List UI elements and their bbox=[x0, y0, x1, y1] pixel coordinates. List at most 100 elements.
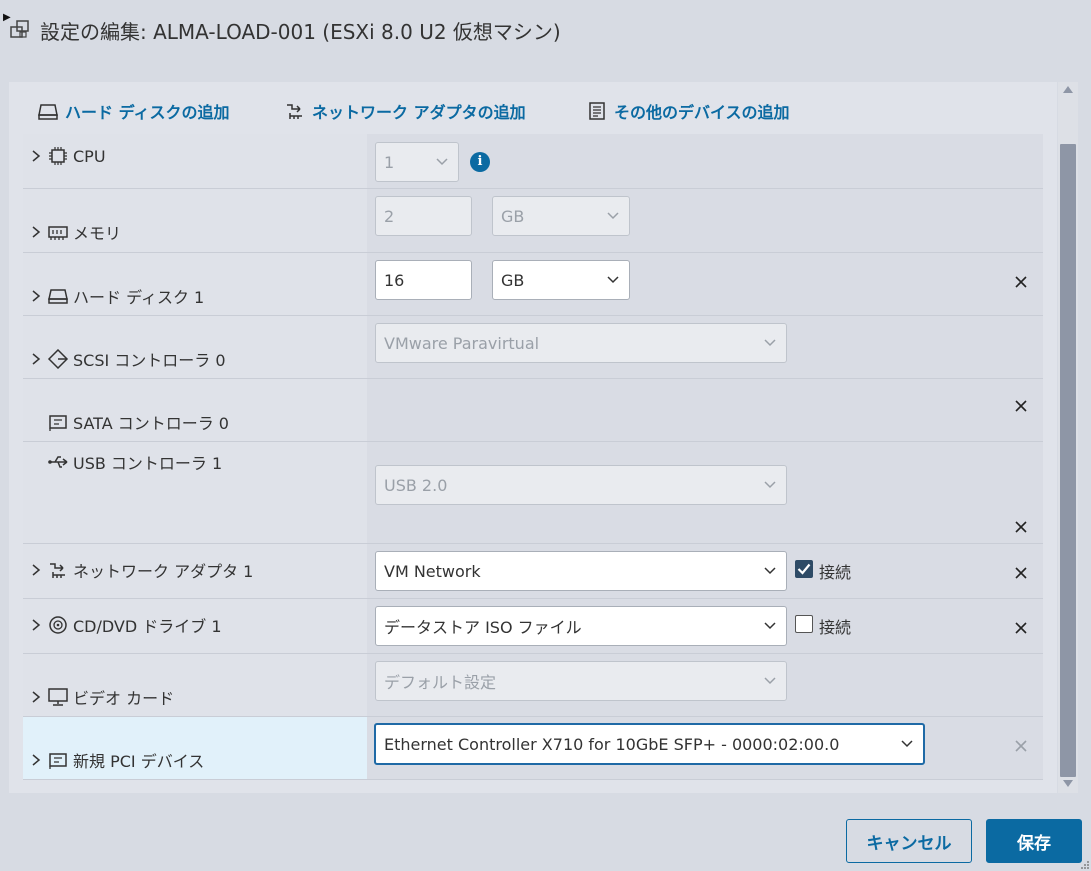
new-pci-label: 新規 PCI デバイス bbox=[73, 752, 205, 771]
vm-settings-icon bbox=[10, 20, 29, 38]
other-devices-icon bbox=[589, 102, 605, 120]
network-connect-label: 接続 bbox=[819, 563, 852, 582]
scsi-label: SCSI コントローラ 0 bbox=[73, 351, 226, 370]
chevron-right-icon[interactable] bbox=[29, 352, 43, 366]
chevron-right-icon[interactable] bbox=[29, 225, 43, 239]
chevron-down-icon bbox=[764, 622, 776, 630]
add-network-adapter-label: ネットワーク アダプタの追加 bbox=[312, 103, 526, 122]
chevron-right-icon[interactable] bbox=[29, 563, 43, 577]
chevron-down-icon bbox=[607, 212, 619, 220]
scsi-controller-icon bbox=[47, 349, 69, 369]
save-button[interactable]: 保存 bbox=[986, 819, 1082, 863]
chevron-down-icon bbox=[436, 158, 448, 166]
title-bar: ▶ 設定の編集: ALMA-LOAD-001 (ESXi 8.0 U2 仮想マシ… bbox=[0, 0, 1091, 60]
cd-dvd-row-label[interactable]: CD/DVD ドライブ 1 bbox=[29, 613, 222, 637]
chevron-down-icon bbox=[764, 481, 776, 489]
network-connect-checkbox[interactable] bbox=[795, 560, 813, 578]
chevron-right-icon[interactable] bbox=[29, 690, 43, 704]
chevron-right-icon[interactable] bbox=[29, 618, 43, 632]
cd-dvd-media-select[interactable]: データストア ISO ファイル bbox=[375, 606, 787, 646]
cd-dvd-connect-checkbox[interactable] bbox=[795, 615, 813, 633]
chevron-right-icon[interactable] bbox=[29, 753, 43, 767]
add-hard-disk-label: ハード ディスクの追加 bbox=[65, 103, 230, 122]
memory-unit-select[interactable]: GB bbox=[492, 196, 630, 236]
device-row-cd-dvd: CD/DVD ドライブ 1 データストア ISO ファイル 接続 bbox=[23, 599, 1043, 654]
cd-dvd-icon bbox=[49, 616, 67, 634]
remove-cd-dvd-icon[interactable] bbox=[1014, 621, 1028, 635]
monitor-icon bbox=[48, 688, 68, 706]
scsi-row-label[interactable]: SCSI コントローラ 0 bbox=[29, 347, 226, 371]
resize-grip-icon[interactable] bbox=[1078, 858, 1090, 870]
hard-disk-row-label[interactable]: ハード ディスク 1 bbox=[29, 284, 204, 308]
device-row-network-adapter: ネットワーク アダプタ 1 VM Network 接続 bbox=[23, 544, 1043, 599]
remove-hard-disk-icon[interactable] bbox=[1014, 275, 1028, 289]
new-pci-row-label[interactable]: 新規 PCI デバイス bbox=[29, 748, 204, 772]
cpu-label: CPU bbox=[73, 146, 106, 166]
device-row-scsi: SCSI コントローラ 0 VMware Paravirtual bbox=[23, 316, 1043, 379]
chevron-down-icon bbox=[764, 567, 776, 575]
scroll-thumb[interactable] bbox=[1060, 144, 1076, 777]
usb-icon bbox=[48, 456, 68, 468]
memory-size-input[interactable]: 2 bbox=[375, 196, 472, 236]
video-card-label: ビデオ カード bbox=[73, 689, 175, 708]
memory-row-label[interactable]: メモリ bbox=[29, 220, 121, 244]
remove-pci-device-icon[interactable] bbox=[1014, 739, 1028, 753]
network-select[interactable]: VM Network bbox=[375, 551, 787, 591]
usb-version-select[interactable]: USB 2.0 bbox=[375, 465, 787, 505]
usb-label: USB コントローラ 1 bbox=[73, 454, 223, 473]
chevron-right-icon[interactable] bbox=[29, 289, 43, 303]
device-row-cpu: CPU 1 i bbox=[23, 134, 1043, 189]
cpu-count-select[interactable]: 1 bbox=[375, 142, 459, 182]
scroll-down-arrow-icon[interactable] bbox=[1063, 780, 1073, 787]
usb-row-label: USB コントローラ 1 bbox=[29, 450, 222, 474]
cancel-button[interactable]: キャンセル bbox=[846, 819, 972, 863]
add-device-toolbar: ハード ディスクの追加 ネットワーク アダプタの追加 その他のデバイスの追加 bbox=[9, 82, 1057, 134]
memory-icon bbox=[48, 226, 68, 240]
chevron-down-icon bbox=[607, 276, 619, 284]
sata-label: SATA コントローラ 0 bbox=[73, 414, 229, 433]
chevron-down-icon bbox=[901, 740, 913, 748]
pci-device-icon bbox=[49, 753, 67, 769]
device-row-usb: USB コントローラ 1 USB 2.0 bbox=[23, 442, 1043, 544]
add-network-adapter-button[interactable]: ネットワーク アダプタの追加 bbox=[284, 99, 526, 123]
cpu-row-label[interactable]: CPU bbox=[29, 146, 106, 166]
hard-disk-label: ハード ディスク 1 bbox=[73, 288, 205, 307]
pci-device-select[interactable]: Ethernet Controller X710 for 10GbE SFP+ … bbox=[374, 723, 925, 765]
hard-disk-unit-select[interactable]: GB bbox=[492, 260, 630, 300]
hard-disk-icon bbox=[38, 104, 58, 120]
device-row-memory: メモリ 2 GB bbox=[23, 189, 1043, 253]
device-row-hard-disk: ハード ディスク 1 16 GB bbox=[23, 253, 1043, 316]
network-adapter-label: ネットワーク アダプタ 1 bbox=[73, 562, 254, 581]
add-other-device-label: その他のデバイスの追加 bbox=[614, 103, 790, 122]
video-card-row-label[interactable]: ビデオ カード bbox=[29, 685, 174, 709]
remove-sata-controller-icon[interactable] bbox=[1014, 399, 1028, 413]
hard-disk-size-input[interactable]: 16 bbox=[375, 260, 472, 300]
cd-dvd-label: CD/DVD ドライブ 1 bbox=[73, 617, 222, 636]
remove-network-adapter-icon[interactable] bbox=[1014, 566, 1028, 580]
info-icon[interactable]: i bbox=[470, 152, 490, 172]
chevron-down-icon bbox=[764, 677, 776, 685]
sata-row-label: SATA コントローラ 0 bbox=[29, 410, 229, 434]
settings-panel: ハード ディスクの追加 ネットワーク アダプタの追加 その他のデバイスの追加 C… bbox=[9, 82, 1057, 793]
scroll-up-arrow-icon[interactable] bbox=[1063, 86, 1073, 93]
hard-disk-icon bbox=[48, 289, 68, 304]
dialog-title: 設定の編集: ALMA-LOAD-001 (ESXi 8.0 U2 仮想マシン) bbox=[40, 20, 561, 44]
cd-dvd-connect-label: 接続 bbox=[819, 618, 852, 637]
device-row-new-pci: 新規 PCI デバイス Ethernet Controller X710 for… bbox=[23, 717, 1043, 780]
network-adapter-icon bbox=[287, 104, 302, 119]
sata-controller-icon bbox=[49, 415, 67, 431]
video-card-settings-select[interactable]: デフォルト設定 bbox=[375, 661, 787, 701]
chevron-down-icon bbox=[764, 339, 776, 347]
network-adapter-icon bbox=[50, 563, 65, 578]
device-row-video-card: ビデオ カード デフォルト設定 bbox=[23, 654, 1043, 717]
scsi-type-select[interactable]: VMware Paravirtual bbox=[375, 323, 787, 363]
device-row-sata: SATA コントローラ 0 bbox=[23, 379, 1043, 442]
add-other-device-button[interactable]: その他のデバイスの追加 bbox=[586, 99, 790, 123]
add-hard-disk-button[interactable]: ハード ディスクの追加 bbox=[37, 99, 229, 123]
scrollbar[interactable] bbox=[1058, 82, 1078, 793]
chevron-right-icon[interactable] bbox=[29, 149, 43, 163]
network-adapter-row-label[interactable]: ネットワーク アダプタ 1 bbox=[29, 558, 253, 582]
cpu-icon bbox=[49, 147, 67, 165]
memory-label: メモリ bbox=[73, 224, 122, 243]
remove-usb-controller-icon[interactable] bbox=[1014, 520, 1028, 534]
